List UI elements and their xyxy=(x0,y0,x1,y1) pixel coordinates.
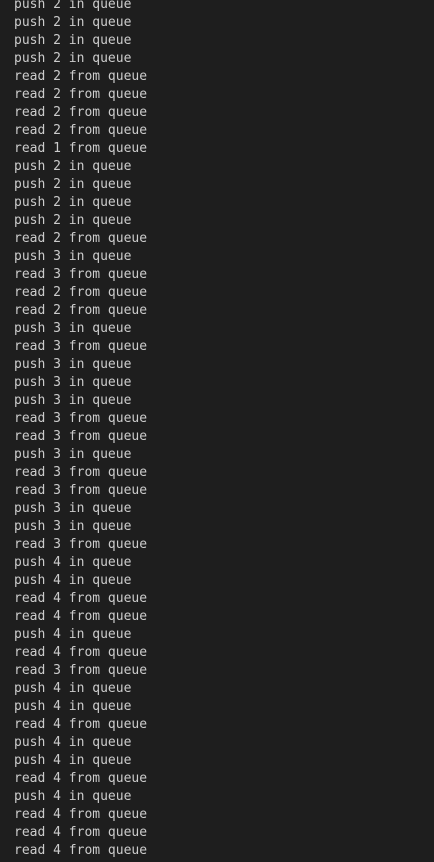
terminal-line: push 4 in queue xyxy=(14,627,132,642)
terminal-line: read 4 from queue xyxy=(14,771,148,786)
terminal-line: read 2 from queue xyxy=(14,231,148,246)
terminal-line: read 2 from queue xyxy=(14,87,148,102)
terminal-line: push 4 in queue xyxy=(14,699,132,714)
terminal-line: push 4 in queue xyxy=(14,789,132,804)
terminal-line: read 2 from queue xyxy=(14,105,148,120)
terminal-line: read 3 from queue xyxy=(14,465,148,480)
terminal-line: read 2 from queue xyxy=(14,69,148,84)
terminal-line: push 2 in queue xyxy=(14,15,132,30)
terminal-line: read 4 from queue xyxy=(14,843,148,858)
terminal-line: push 3 in queue xyxy=(14,393,132,408)
terminal-line: read 3 from queue xyxy=(14,537,148,552)
terminal-output-text: push 2 in queue push 2 in queue push 2 in … xyxy=(0,0,434,860)
terminal-line: push 3 in queue xyxy=(14,519,132,534)
terminal-output-panel[interactable]: push 2 in queue push 2 in queue push 2 in … xyxy=(0,0,434,862)
terminal-line: push 4 in queue xyxy=(14,555,132,570)
terminal-line: push 4 in queue xyxy=(14,573,132,588)
terminal-line: read 2 from queue xyxy=(14,123,148,138)
terminal-line: push 2 in queue xyxy=(14,159,132,174)
terminal-line: push 2 in queue xyxy=(14,195,132,210)
terminal-line: push 2 in queue xyxy=(14,177,132,192)
terminal-line: push 3 in queue xyxy=(14,375,132,390)
terminal-line: push 3 in queue xyxy=(14,447,132,462)
terminal-line: push 3 in queue xyxy=(14,321,132,336)
terminal-line: read 3 from queue xyxy=(14,483,148,498)
terminal-line: read 3 from queue xyxy=(14,339,148,354)
terminal-line: read 4 from queue xyxy=(14,591,148,606)
terminal-line: push 3 in queue xyxy=(14,357,132,372)
terminal-line: push 2 in queue xyxy=(14,51,132,66)
terminal-line: push 2 in queue xyxy=(14,213,132,228)
terminal-line: read 3 from queue xyxy=(14,663,148,678)
terminal-line: push 4 in queue xyxy=(14,681,132,696)
terminal-line: read 4 from queue xyxy=(14,609,148,624)
terminal-line: read 3 from queue xyxy=(14,267,148,282)
terminal-line: push 4 in queue xyxy=(14,735,132,750)
terminal-line: push 2 in queue xyxy=(14,33,132,48)
terminal-line: read 4 from queue xyxy=(14,825,148,840)
terminal-line: push 3 in queue xyxy=(14,501,132,516)
terminal-line: read 4 from queue xyxy=(14,807,148,822)
terminal-line: read 2 from queue xyxy=(14,285,148,300)
terminal-line: push 4 in queue xyxy=(14,753,132,768)
terminal-line: read 3 from queue xyxy=(14,429,148,444)
terminal-line: read 3 from queue xyxy=(14,411,148,426)
terminal-line: push 3 in queue xyxy=(14,249,132,264)
terminal-line: read 4 from queue xyxy=(14,717,148,732)
terminal-line: read 2 from queue xyxy=(14,303,148,318)
terminal-line: push 2 in queue xyxy=(14,0,132,12)
terminal-line: read 4 from queue xyxy=(14,645,148,660)
terminal-line: read 1 from queue xyxy=(14,141,148,156)
